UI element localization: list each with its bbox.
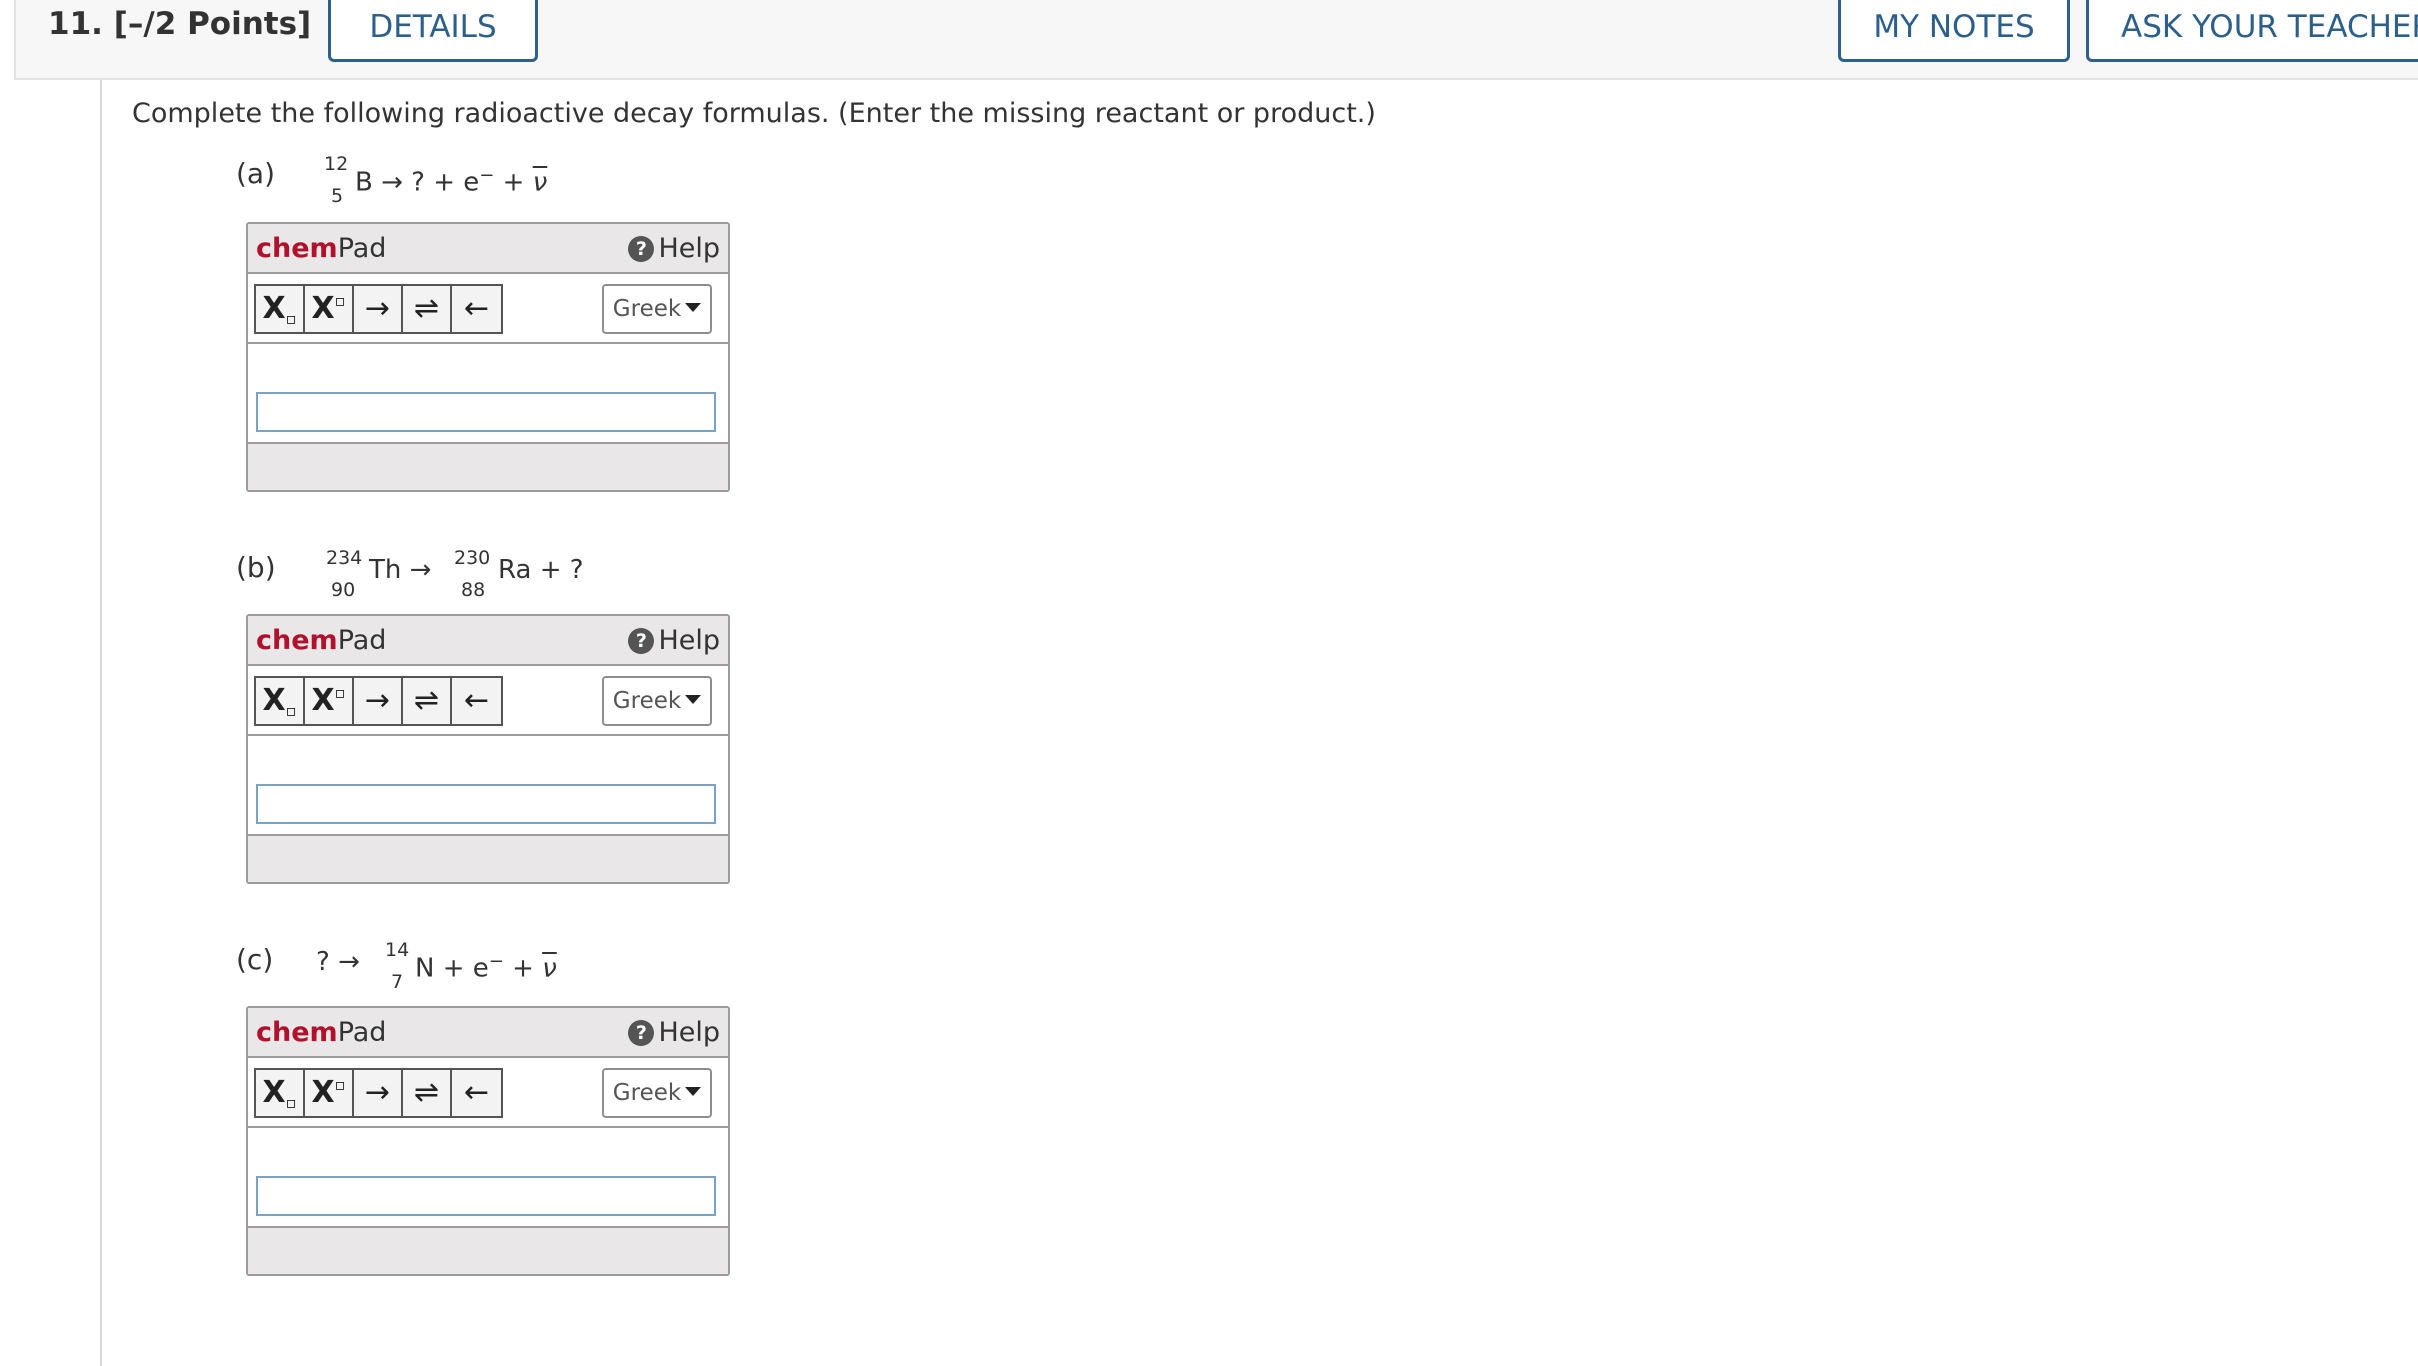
chempad-toolbar: X▫ X▫ → ⇌ ← Greek [248, 1058, 728, 1128]
part-a-symbol: B [355, 167, 373, 198]
chempad-help-link[interactable]: ? Help [628, 1014, 720, 1052]
chempad-toolbar: X▫ X▫ → ⇌ ← Greek [248, 274, 728, 344]
greek-dropdown[interactable]: Greek [602, 676, 712, 726]
superscript-button[interactable]: X▫ [305, 678, 354, 724]
part-b-equation-left: Th → [369, 552, 431, 588]
help-icon: ? [628, 236, 655, 262]
chempad-answer-input[interactable] [256, 1176, 716, 1216]
question-intro: Complete the following radioactive decay… [132, 98, 1376, 129]
part-b-mass-number-1: 234 [326, 547, 363, 569]
toolbar-button-group: X▫ X▫ → ⇌ ← [254, 676, 503, 726]
equilibrium-arrow-button[interactable]: ⇌ [403, 1070, 452, 1116]
part-a-label: (a) [236, 157, 276, 190]
part-c-atomic-number: 7 [391, 971, 404, 993]
ask-teacher-button[interactable]: ASK YOUR TEACHER [2086, 0, 2418, 62]
part-b-arrow: → [409, 555, 432, 585]
equilibrium-arrow-button[interactable]: ⇌ [403, 286, 452, 332]
chevron-down-icon [685, 1087, 702, 1096]
question-number: 11. [48, 6, 103, 42]
part-c-plus: + [512, 953, 534, 984]
part-a-atomic-number: 5 [331, 185, 344, 207]
chempad-toolbar: X▫ X▫ → ⇌ ← Greek [248, 666, 728, 736]
chempad-entry-area [248, 1128, 728, 1228]
chempad-b: chemPad ? Help X▫ X▫ → ⇌ ← Greek [246, 614, 730, 884]
part-b-mass-number-2: 230 [454, 547, 491, 569]
part-a-mass-number: 12 [324, 153, 349, 175]
chempad-footer [248, 834, 728, 882]
chempad-help-link[interactable]: ? Help [628, 622, 720, 660]
question-points: 11. [–/2 Points] [48, 4, 311, 44]
part-c-electron-charge: − [488, 951, 504, 972]
chempad-a: chemPad ? Help X▫ X▫ → ⇌ ← Greek [246, 222, 730, 492]
my-notes-button[interactable]: MY NOTES [1838, 0, 2070, 62]
chempad-c: chemPad ? Help X▫ X▫ → ⇌ ← Greek [246, 1006, 730, 1276]
greek-dropdown[interactable]: Greek [602, 284, 712, 334]
part-c-symbol: N [415, 953, 435, 984]
part-b-tail: + ? [539, 555, 584, 585]
points-label: [–/2 Points] [113, 6, 312, 42]
toolbar-button-group: X▫ X▫ → ⇌ ← [254, 1068, 503, 1118]
chempad-answer-input[interactable] [256, 784, 716, 824]
equilibrium-arrow-button[interactable]: ⇌ [403, 678, 452, 724]
part-b-symbol-2: Ra [498, 555, 532, 585]
chempad-title-bar: chemPad ? Help [248, 616, 728, 666]
chempad-brand: chemPad [256, 1017, 387, 1048]
chempad-footer [248, 1226, 728, 1274]
chempad-answer-input[interactable] [256, 392, 716, 432]
part-b-label: (b) [236, 551, 276, 584]
left-divider [100, 80, 102, 1366]
chempad-footer [248, 442, 728, 490]
right-arrow-button[interactable]: → [354, 1070, 403, 1116]
part-a-plus: + [502, 167, 525, 198]
subscript-button[interactable]: X▫ [256, 1070, 305, 1116]
part-b-symbol-1: Th [369, 555, 402, 585]
part-c-equation: N + e− + ν [415, 944, 557, 987]
right-arrow-button[interactable]: → [354, 678, 403, 724]
part-c-mass-number: 14 [385, 939, 410, 961]
chempad-help-link[interactable]: ? Help [628, 230, 720, 268]
part-b-equation-right: Ra + ? [498, 552, 584, 588]
chempad-brand: chemPad [256, 625, 387, 656]
part-a-electron-charge: − [479, 165, 495, 186]
left-arrow-button[interactable]: ← [452, 1070, 501, 1116]
chempad-title-bar: chemPad ? Help [248, 1008, 728, 1058]
chevron-down-icon [685, 695, 702, 704]
question-header: 11. [–/2 Points] DETAILS MY NOTES ASK YO… [14, 0, 2418, 80]
left-arrow-button[interactable]: ← [452, 678, 501, 724]
chevron-down-icon [685, 303, 702, 312]
superscript-button[interactable]: X▫ [305, 1070, 354, 1116]
part-a-antineutrino: ν [532, 167, 548, 198]
part-a-equation: B → ? + e− + ν [355, 158, 547, 201]
greek-dropdown[interactable]: Greek [602, 1068, 712, 1118]
part-c-electron-text: + e [442, 953, 489, 984]
chempad-brand: chemPad [256, 233, 387, 264]
part-a-arrow-text: → ? + e [381, 167, 480, 198]
part-b-atomic-number-2: 88 [461, 579, 486, 601]
help-icon: ? [628, 628, 655, 654]
part-c-antineutrino: ν [542, 953, 557, 984]
chempad-title-bar: chemPad ? Help [248, 224, 728, 274]
help-icon: ? [628, 1020, 655, 1046]
superscript-button[interactable]: X▫ [305, 286, 354, 332]
subscript-button[interactable]: X▫ [256, 678, 305, 724]
part-b-atomic-number-1: 90 [331, 579, 356, 601]
right-arrow-button[interactable]: → [354, 286, 403, 332]
left-arrow-button[interactable]: ← [452, 286, 501, 332]
chempad-entry-area [248, 344, 728, 444]
toolbar-button-group: X▫ X▫ → ⇌ ← [254, 284, 503, 334]
chempad-entry-area [248, 736, 728, 836]
part-c-head: ? → [316, 947, 360, 977]
part-c-label: (c) [236, 943, 274, 976]
subscript-button[interactable]: X▫ [256, 286, 305, 332]
details-button[interactable]: DETAILS [328, 0, 538, 62]
